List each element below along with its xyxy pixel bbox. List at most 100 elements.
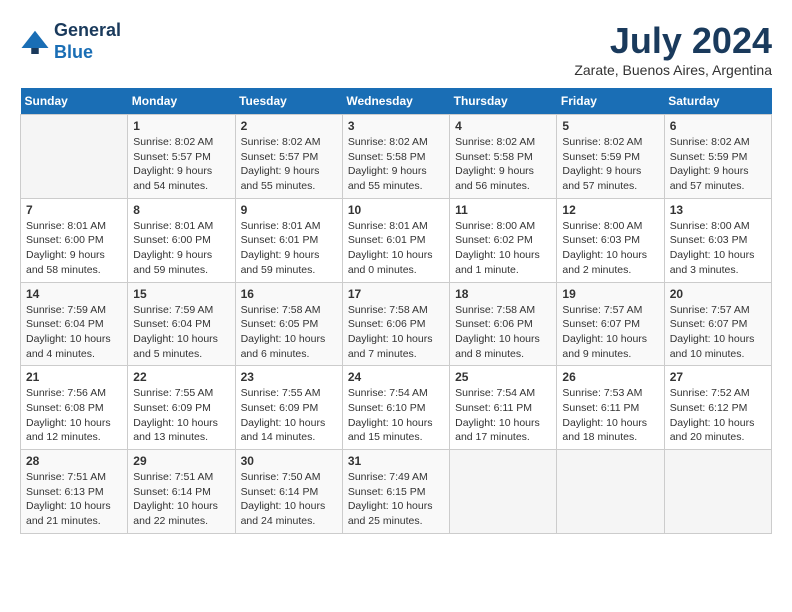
- calendar-cell: 22Sunrise: 7:55 AM Sunset: 6:09 PM Dayli…: [128, 366, 235, 450]
- calendar-cell: 20Sunrise: 7:57 AM Sunset: 6:07 PM Dayli…: [664, 282, 771, 366]
- calendar-week-row: 28 Sunrise: 7:51 AM Sunset: 6:13 PM Dayli…: [21, 450, 772, 534]
- day-info: Sunrise: 8:02 AM Sunset: 5:57 PM Dayligh…: [133, 135, 229, 194]
- day-info: Sunrise: 7:57 AM Sunset: 6:07 PM Dayligh…: [562, 303, 658, 362]
- day-info: Sunrise: 7:51 AM Sunset: 6:14 PM Dayligh…: [133, 470, 229, 529]
- calendar-cell: 15Sunrise: 7:59 AM Sunset: 6:04 PM Dayli…: [128, 282, 235, 366]
- calendar-cell: 11 Sunrise: 8:00 AM Sunset: 6:02 PM Dayli…: [450, 198, 557, 282]
- day-number: 28: [26, 454, 122, 468]
- day-of-week-header: Saturday: [664, 88, 771, 115]
- calendar-cell: 25 Sunrise: 7:54 AM Sunset: 6:11 PM Dayli…: [450, 366, 557, 450]
- day-number: 25: [455, 370, 551, 384]
- day-number: 4: [455, 119, 551, 133]
- calendar-cell: [664, 450, 771, 534]
- day-info: Sunrise: 8:00 AM Sunset: 6:03 PM Dayligh…: [562, 219, 658, 278]
- day-info: Sunrise: 7:57 AM Sunset: 6:07 PM Dayligh…: [670, 303, 766, 362]
- day-info: Sunrise: 7:58 AM Sunset: 6:06 PM Dayligh…: [455, 303, 551, 362]
- day-info: Sunrise: 7:51 AM Sunset: 6:13 PM Dayligh…: [26, 470, 122, 529]
- day-number: 3: [348, 119, 444, 133]
- calendar-cell: 23Sunrise: 7:55 AM Sunset: 6:09 PM Dayli…: [235, 366, 342, 450]
- day-number: 12: [562, 203, 658, 217]
- logo: General Blue: [20, 20, 121, 63]
- day-info: Sunrise: 8:01 AM Sunset: 6:01 PM Dayligh…: [241, 219, 337, 278]
- calendar-cell: 3 Sunrise: 8:02 AM Sunset: 5:58 PM Daylig…: [342, 115, 449, 199]
- location: Zarate, Buenos Aires, Argentina: [574, 62, 772, 78]
- title-section: July 2024 Zarate, Buenos Aires, Argentin…: [574, 20, 772, 78]
- day-number: 5: [562, 119, 658, 133]
- calendar-cell: 13 Sunrise: 8:00 AM Sunset: 6:03 PM Dayli…: [664, 198, 771, 282]
- calendar-cell: 9Sunrise: 8:01 AM Sunset: 6:01 PM Daylig…: [235, 198, 342, 282]
- calendar-cell: 8 Sunrise: 8:01 AM Sunset: 6:00 PM Daylig…: [128, 198, 235, 282]
- calendar-cell: 31 Sunrise: 7:49 AM Sunset: 6:15 PM Dayli…: [342, 450, 449, 534]
- day-info: Sunrise: 8:00 AM Sunset: 6:03 PM Dayligh…: [670, 219, 766, 278]
- day-number: 19: [562, 287, 658, 301]
- calendar-cell: [450, 450, 557, 534]
- day-number: 26: [562, 370, 658, 384]
- day-of-week-header: Monday: [128, 88, 235, 115]
- day-info: Sunrise: 8:02 AM Sunset: 5:58 PM Dayligh…: [455, 135, 551, 194]
- day-info: Sunrise: 8:02 AM Sunset: 5:58 PM Dayligh…: [348, 135, 444, 194]
- day-number: 13: [670, 203, 766, 217]
- day-number: 27: [670, 370, 766, 384]
- day-info: Sunrise: 8:01 AM Sunset: 6:00 PM Dayligh…: [133, 219, 229, 278]
- month-title: July 2024: [574, 20, 772, 62]
- day-number: 18: [455, 287, 551, 301]
- calendar-header-row: SundayMondayTuesdayWednesdayThursdayFrid…: [21, 88, 772, 115]
- day-info: Sunrise: 7:49 AM Sunset: 6:15 PM Dayligh…: [348, 470, 444, 529]
- calendar-cell: 5 Sunrise: 8:02 AM Sunset: 5:59 PM Daylig…: [557, 115, 664, 199]
- day-of-week-header: Sunday: [21, 88, 128, 115]
- day-number: 1: [133, 119, 229, 133]
- calendar-cell: 1 Sunrise: 8:02 AM Sunset: 5:57 PM Daylig…: [128, 115, 235, 199]
- calendar-cell: [557, 450, 664, 534]
- day-of-week-header: Thursday: [450, 88, 557, 115]
- day-number: 31: [348, 454, 444, 468]
- calendar-cell: 28 Sunrise: 7:51 AM Sunset: 6:13 PM Dayli…: [21, 450, 128, 534]
- day-info: Sunrise: 8:01 AM Sunset: 6:00 PM Dayligh…: [26, 219, 122, 278]
- day-number: 17: [348, 287, 444, 301]
- day-info: Sunrise: 7:55 AM Sunset: 6:09 PM Dayligh…: [133, 386, 229, 445]
- calendar-week-row: 14 Sunrise: 7:59 AM Sunset: 6:04 PM Dayli…: [21, 282, 772, 366]
- day-number: 14: [26, 287, 122, 301]
- calendar-cell: [21, 115, 128, 199]
- calendar-cell: 7Sunrise: 8:01 AM Sunset: 6:00 PM Daylig…: [21, 198, 128, 282]
- day-info: Sunrise: 7:54 AM Sunset: 6:10 PM Dayligh…: [348, 386, 444, 445]
- day-info: Sunrise: 8:00 AM Sunset: 6:02 PM Dayligh…: [455, 219, 551, 278]
- calendar-cell: 12 Sunrise: 8:00 AM Sunset: 6:03 PM Dayli…: [557, 198, 664, 282]
- calendar-cell: 10Sunrise: 8:01 AM Sunset: 6:01 PM Dayli…: [342, 198, 449, 282]
- day-info: Sunrise: 8:01 AM Sunset: 6:01 PM Dayligh…: [348, 219, 444, 278]
- day-info: Sunrise: 8:02 AM Sunset: 5:59 PM Dayligh…: [562, 135, 658, 194]
- calendar-cell: 16Sunrise: 7:58 AM Sunset: 6:05 PM Dayli…: [235, 282, 342, 366]
- day-number: 24: [348, 370, 444, 384]
- day-number: 21: [26, 370, 122, 384]
- calendar-cell: 4 Sunrise: 8:02 AM Sunset: 5:58 PM Daylig…: [450, 115, 557, 199]
- day-of-week-header: Tuesday: [235, 88, 342, 115]
- calendar-week-row: 1 Sunrise: 8:02 AM Sunset: 5:57 PM Daylig…: [21, 115, 772, 199]
- day-info: Sunrise: 7:58 AM Sunset: 6:05 PM Dayligh…: [241, 303, 337, 362]
- day-number: 11: [455, 203, 551, 217]
- calendar-cell: 26Sunrise: 7:53 AM Sunset: 6:11 PM Dayli…: [557, 366, 664, 450]
- logo-text: General Blue: [54, 20, 121, 63]
- day-info: Sunrise: 7:59 AM Sunset: 6:04 PM Dayligh…: [26, 303, 122, 362]
- page-header: General Blue July 2024 Zarate, Buenos Ai…: [20, 20, 772, 78]
- calendar-cell: 2Sunrise: 8:02 AM Sunset: 5:57 PM Daylig…: [235, 115, 342, 199]
- day-info: Sunrise: 7:50 AM Sunset: 6:14 PM Dayligh…: [241, 470, 337, 529]
- day-number: 2: [241, 119, 337, 133]
- day-info: Sunrise: 7:56 AM Sunset: 6:08 PM Dayligh…: [26, 386, 122, 445]
- day-number: 23: [241, 370, 337, 384]
- calendar-week-row: 7Sunrise: 8:01 AM Sunset: 6:00 PM Daylig…: [21, 198, 772, 282]
- calendar-table: SundayMondayTuesdayWednesdayThursdayFrid…: [20, 88, 772, 534]
- calendar-cell: 24 Sunrise: 7:54 AM Sunset: 6:10 PM Dayli…: [342, 366, 449, 450]
- day-number: 6: [670, 119, 766, 133]
- calendar-cell: 30Sunrise: 7:50 AM Sunset: 6:14 PM Dayli…: [235, 450, 342, 534]
- day-number: 8: [133, 203, 229, 217]
- day-of-week-header: Friday: [557, 88, 664, 115]
- calendar-week-row: 21 Sunrise: 7:56 AM Sunset: 6:08 PM Dayli…: [21, 366, 772, 450]
- day-info: Sunrise: 7:52 AM Sunset: 6:12 PM Dayligh…: [670, 386, 766, 445]
- day-number: 29: [133, 454, 229, 468]
- calendar-cell: 17Sunrise: 7:58 AM Sunset: 6:06 PM Dayli…: [342, 282, 449, 366]
- day-info: Sunrise: 7:54 AM Sunset: 6:11 PM Dayligh…: [455, 386, 551, 445]
- calendar-cell: 29 Sunrise: 7:51 AM Sunset: 6:14 PM Dayli…: [128, 450, 235, 534]
- day-info: Sunrise: 8:02 AM Sunset: 5:59 PM Dayligh…: [670, 135, 766, 194]
- day-of-week-header: Wednesday: [342, 88, 449, 115]
- logo-icon: [20, 27, 50, 57]
- day-number: 15: [133, 287, 229, 301]
